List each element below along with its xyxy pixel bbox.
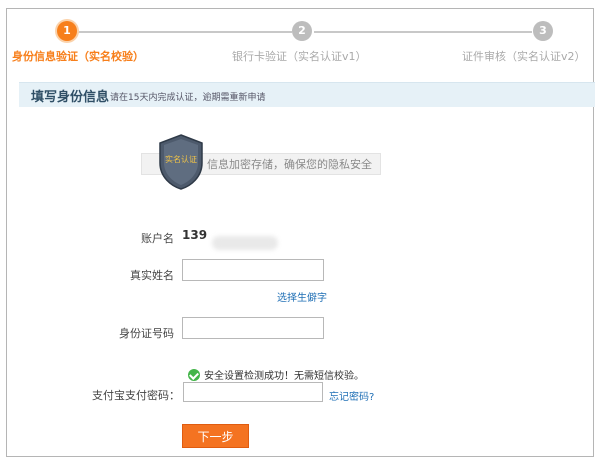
section-note: 请在15天内完成认证，逾期需重新申请 [110,93,266,103]
forgot-password-link[interactable]: 忘记密码? [329,388,374,403]
idcard-label: 身份证号码 [119,327,174,340]
step-2-indicator: 2 [292,21,312,41]
next-step-button[interactable]: 下一步 [182,424,249,448]
progress-steps: 1 2 3 身份信息验证（实名校验） 银行卡验证（实名认证v1） 证件审核（实名… [7,9,595,71]
step-line-1 [77,31,292,33]
masked-account-digits [212,236,278,250]
step-line-2 [314,31,532,33]
realname-label: 真实姓名 [130,269,174,282]
shield-icon: 实名认证 [159,134,203,190]
privacy-banner-text: 信息加密存储，确保您的隐私安全 [207,158,372,171]
paypwd-label: 支付宝支付密码： [92,389,180,402]
step-1-label: 身份信息验证（实名校验） [12,50,144,63]
security-notice: 安全设置检测成功！无需短信校验。 [188,367,364,382]
idcard-input[interactable] [182,317,324,339]
account-value: 139 [182,228,208,242]
shield-text: 实名认证 [165,154,197,164]
account-label: 账户名 [141,232,174,245]
check-circle-icon [188,369,200,381]
content-frame: 1 2 3 身份信息验证（实名校验） 银行卡验证（实名认证v1） 证件审核（实名… [6,8,595,457]
paypwd-input[interactable] [183,382,323,402]
security-notice-text: 安全设置检测成功！无需短信校验。 [204,371,364,382]
step-2-label: 银行卡验证（实名认证v1） [232,50,367,63]
step-3-indicator: 3 [533,21,553,41]
rare-char-link[interactable]: 选择生僻字 [277,289,327,304]
step-1-indicator: 1 [57,21,77,41]
section-title: 填写身份信息 [31,90,110,105]
step-3-label: 证件审核（实名认证v2） [462,50,586,63]
realname-input[interactable] [182,259,324,281]
section-header: 填写身份信息 请在15天内完成认证，逾期需重新申请 [19,82,595,107]
